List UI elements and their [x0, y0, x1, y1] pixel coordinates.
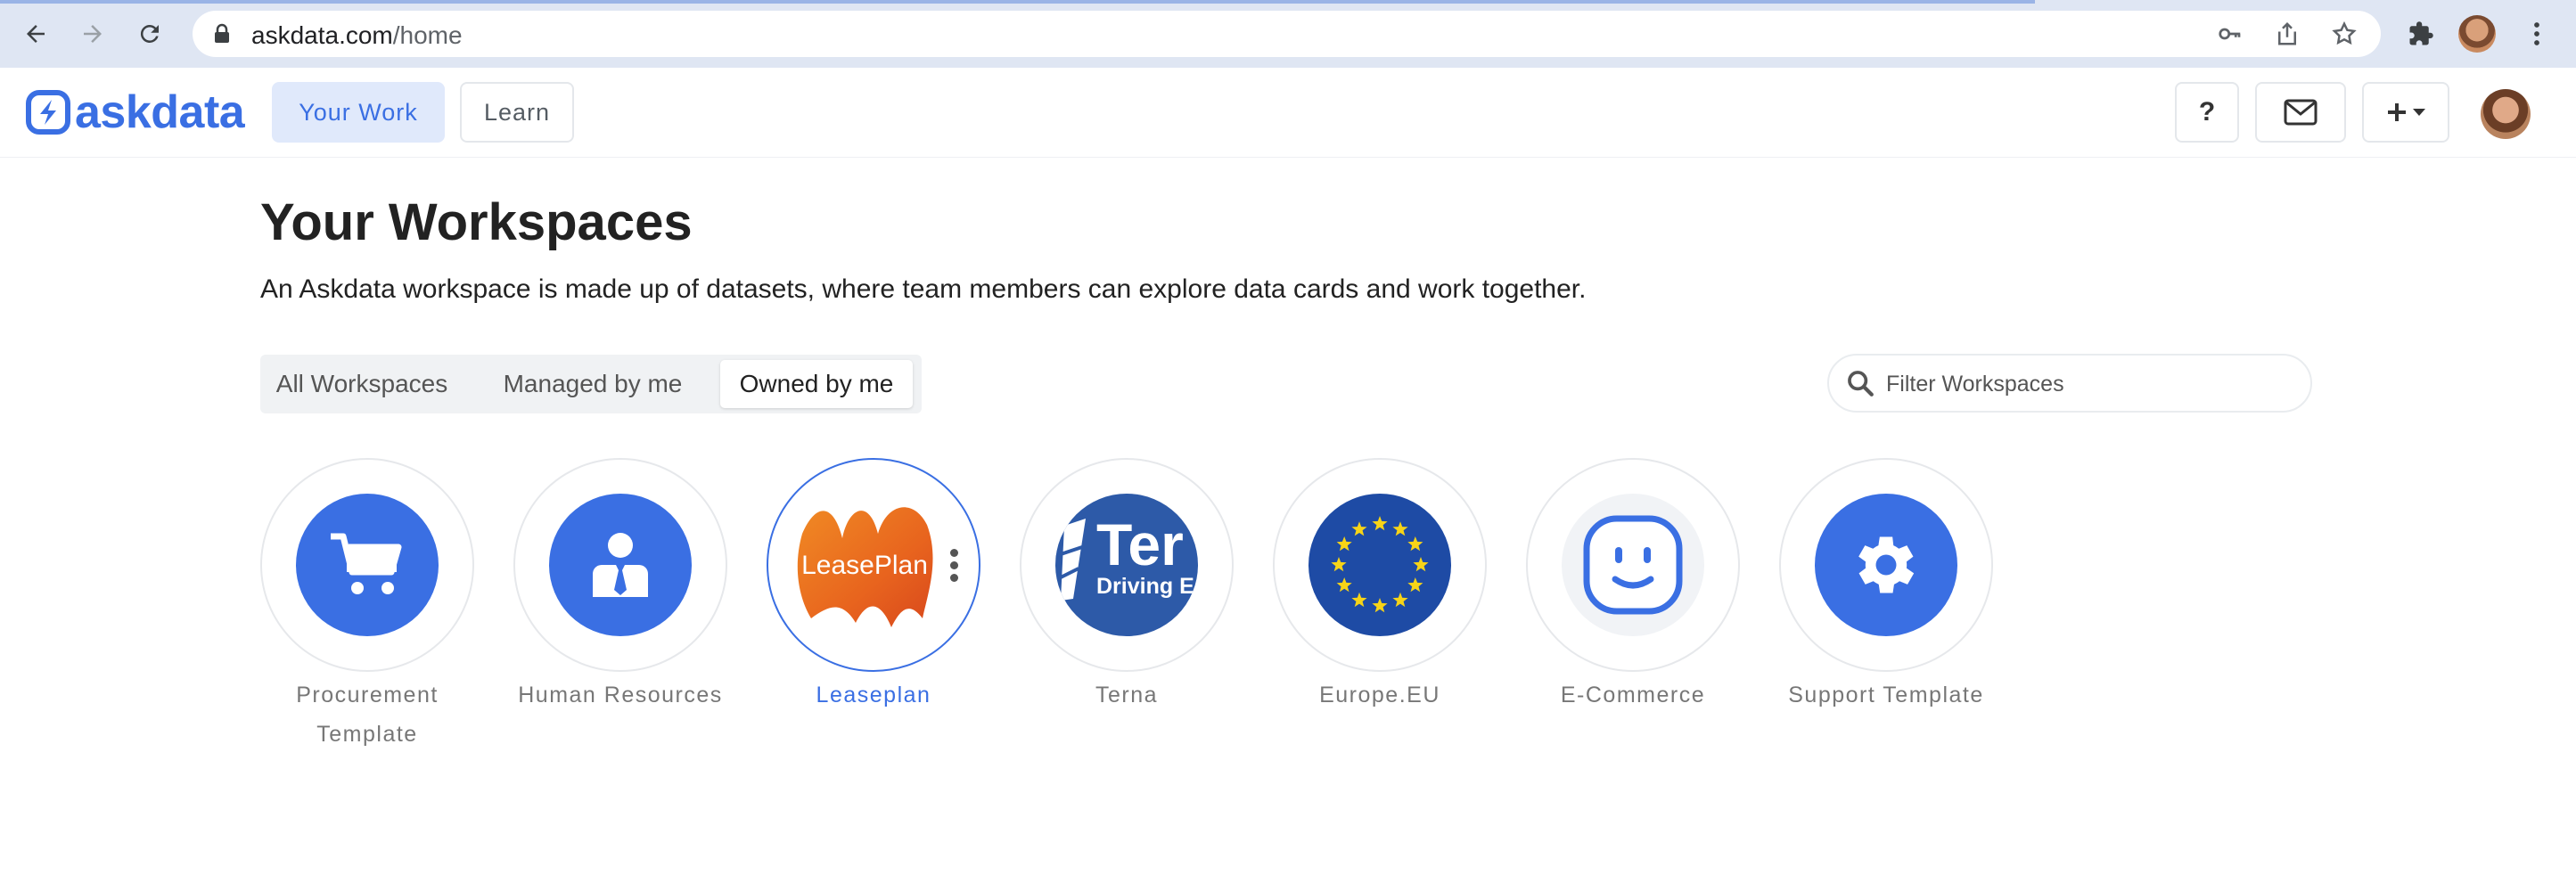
eu-star — [1372, 516, 1388, 531]
person-icon — [549, 494, 692, 636]
create-new-button[interactable] — [2362, 82, 2449, 143]
forward-icon[interactable] — [75, 16, 111, 52]
workspace-name: Leaseplan — [816, 683, 931, 707]
messages-button[interactable] — [2255, 82, 2346, 143]
back-icon[interactable] — [18, 16, 53, 52]
filter-workspaces-search — [1827, 354, 2312, 413]
chevron-down-icon — [2413, 109, 2425, 116]
logo-text: askdata — [75, 86, 245, 138]
page-title: Your Workspaces — [260, 193, 693, 251]
eu-flag-icon — [1309, 494, 1451, 636]
mail-icon — [2284, 99, 2318, 126]
page-description: An Askdata workspace is made up of datas… — [260, 274, 1587, 304]
eu-star — [1372, 598, 1388, 613]
workspace-name: Terna — [1095, 683, 1159, 707]
workspace-filter-tabs: All Workspaces Managed by me Owned by me — [260, 355, 922, 413]
eu-star — [1351, 521, 1367, 536]
user-avatar[interactable] — [2481, 89, 2531, 139]
search-input[interactable] — [1884, 364, 2298, 404]
workspace-name: E-Commerce — [1560, 683, 1706, 707]
eu-star — [1392, 521, 1408, 536]
key-icon[interactable] — [2216, 20, 2244, 48]
terna-logo: Ter Driving E — [1055, 494, 1198, 636]
help-button[interactable]: ? — [2175, 82, 2239, 143]
lock-icon — [212, 23, 232, 49]
leaseplan-logo-text: LeasePlan — [801, 551, 928, 580]
app-header: askdata Your Work Learn ? — [0, 68, 2576, 158]
eu-star — [1351, 592, 1367, 608]
profile-avatar[interactable] — [2458, 15, 2496, 53]
workspace-name: Europe.EU — [1319, 683, 1440, 707]
askdata-logo-icon — [26, 90, 70, 135]
plus-icon — [2388, 103, 2406, 121]
workspace-name: Procurement Template — [296, 683, 439, 747]
menu-icon[interactable] — [2519, 16, 2555, 52]
filter-owned-by-me[interactable]: Owned by me — [720, 360, 913, 408]
terna-logo-text: Ter — [1096, 511, 1184, 577]
workspace-name: Support Template — [1788, 683, 1984, 707]
leaseplan-logo: LeasePlan — [793, 494, 945, 636]
search-icon — [1845, 368, 1875, 403]
workspace-options-menu-icon[interactable] — [950, 549, 959, 586]
address-bar[interactable]: askdata.com/home — [193, 11, 2381, 57]
eu-star — [1331, 557, 1347, 572]
reload-icon[interactable] — [132, 16, 168, 52]
browser-chrome: askdata.com/home — [0, 0, 2576, 68]
gear-icon — [1815, 494, 1957, 636]
eu-star — [1336, 536, 1352, 552]
terna-logo-subtext: Driving E — [1096, 574, 1194, 599]
page-load-progress — [0, 0, 2035, 4]
cart-icon — [296, 494, 439, 636]
workspace-name: Human Resources — [518, 683, 723, 707]
filter-managed-by-me[interactable]: Managed by me — [480, 360, 706, 408]
smiley-icon — [1562, 494, 1704, 636]
tab-your-work[interactable]: Your Work — [272, 82, 445, 143]
eu-star — [1407, 577, 1423, 593]
tab-learn[interactable]: Learn — [460, 82, 574, 143]
extensions-icon[interactable] — [2403, 16, 2439, 52]
eu-star — [1392, 592, 1408, 608]
star-icon[interactable] — [2330, 20, 2359, 48]
filter-all-workspaces[interactable]: All Workspaces — [266, 360, 458, 408]
url-text: askdata.com/home — [251, 21, 463, 49]
share-icon[interactable] — [2273, 20, 2301, 48]
askdata-logo[interactable]: askdata — [25, 86, 245, 138]
eu-star — [1413, 557, 1429, 572]
eu-star — [1407, 536, 1423, 552]
eu-star — [1336, 577, 1352, 593]
